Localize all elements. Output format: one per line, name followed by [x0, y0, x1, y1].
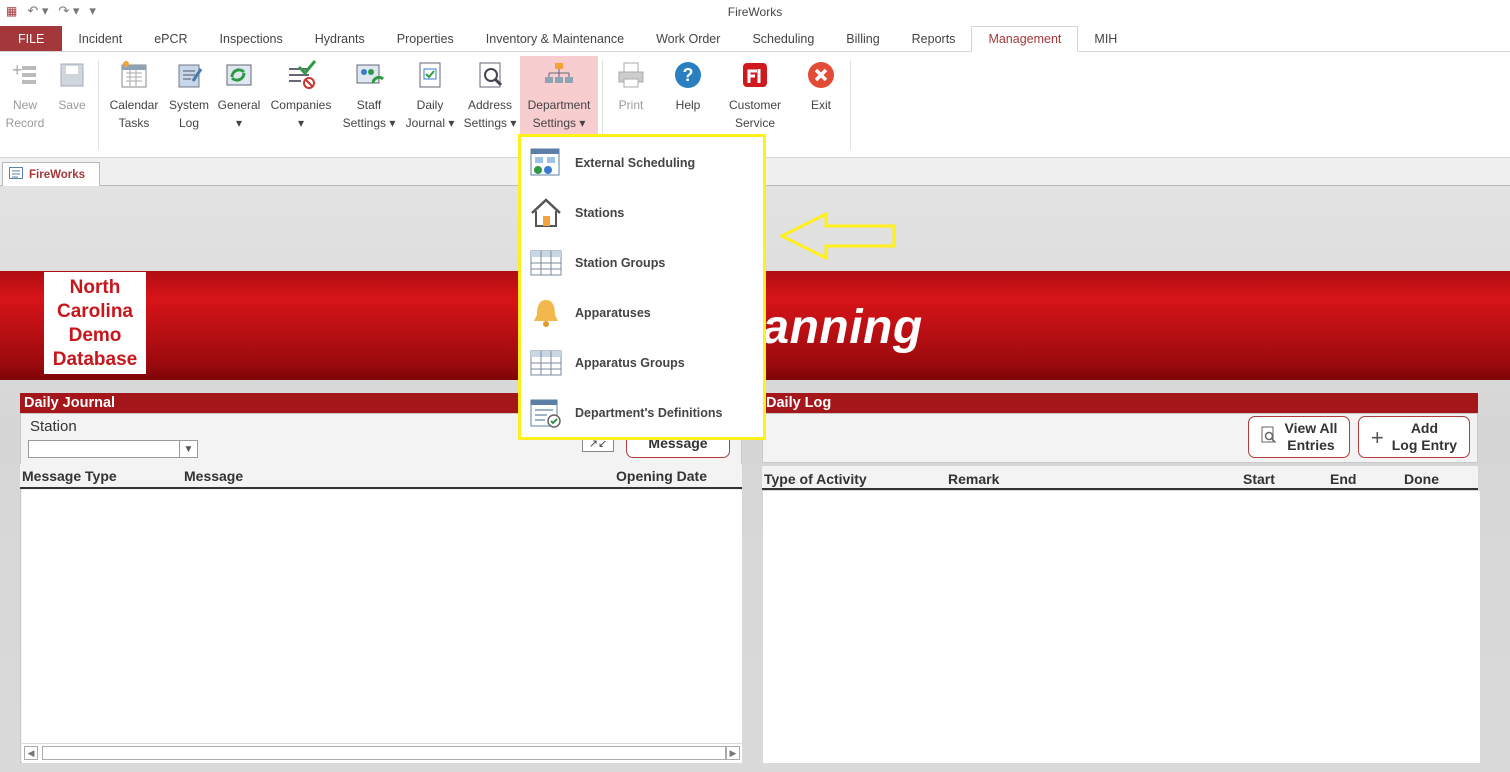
menu-item-departments-definitions[interactable]: Department's Definitions [529, 395, 722, 431]
house-icon [529, 196, 563, 230]
tab-incident[interactable]: Incident [62, 26, 138, 51]
menu-item-stations[interactable]: Stations [529, 195, 624, 231]
callout-arrow-icon [780, 211, 896, 261]
column-opening-date: Opening Date [616, 468, 708, 484]
column-start: Start [1243, 471, 1275, 487]
tab-hydrants[interactable]: Hydrants [299, 26, 381, 51]
save-button[interactable]: Save [52, 58, 92, 114]
form-icon [9, 167, 23, 182]
menu-item-station-groups[interactable]: Station Groups [529, 245, 665, 281]
svg-text:?: ? [683, 65, 694, 85]
help-button[interactable]: ? Help [666, 58, 710, 114]
ribbon-tabs: FILE Incident ePCR Inspections Hydrants … [0, 26, 1510, 52]
daily-journal-button[interactable]: Daily Journal ▾ [400, 58, 460, 132]
exit-button[interactable]: Exit [800, 58, 842, 114]
print-button[interactable]: Print [608, 58, 654, 114]
document-search-icon [1261, 426, 1277, 448]
plus-icon: + [1370, 424, 1384, 450]
column-done: Done [1404, 471, 1439, 487]
calendar-icon [117, 58, 151, 92]
address-settings-button[interactable]: Address Settings ▾ [460, 58, 520, 132]
tab-billing[interactable]: Billing [830, 26, 895, 51]
journal-list[interactable] [22, 490, 742, 743]
customer-service-icon [738, 58, 772, 92]
general-button[interactable]: General ▾ [214, 58, 264, 132]
calendar-tasks-button[interactable]: Calendar Tasks [106, 58, 162, 132]
column-type-of-activity: Type of Activity [764, 471, 867, 487]
title-bar: ▦ ↶ ▾ ↷ ▾ ▾ FireWorks [0, 0, 1510, 26]
exit-icon [804, 58, 838, 92]
help-icon: ? [671, 58, 705, 92]
add-log-entry-button[interactable]: + Add Log Entry [1358, 416, 1470, 458]
tab-inspections[interactable]: Inspections [204, 26, 299, 51]
save-icon [55, 58, 89, 92]
system-log-icon [172, 58, 206, 92]
daily-log-header: Daily Log [762, 393, 1478, 413]
log-grid-header [762, 466, 1478, 490]
department-settings-icon [542, 58, 576, 92]
tab-epcr[interactable]: ePCR [138, 26, 203, 51]
daily-journal-icon [413, 58, 447, 92]
document-tab-fireworks[interactable]: FireWorks [2, 162, 101, 186]
window-title: FireWorks [727, 5, 783, 19]
bell-icon [529, 296, 563, 330]
menu-item-external-scheduling[interactable]: External Scheduling [529, 145, 695, 181]
station-select[interactable]: ▼ [28, 440, 198, 458]
external-scheduling-icon [529, 146, 563, 180]
new-record-icon: + [8, 58, 42, 92]
menu-item-apparatus-groups[interactable]: Apparatus Groups [529, 345, 685, 381]
station-label: Station [30, 418, 77, 435]
tab-file[interactable]: FILE [0, 26, 63, 51]
general-settings-icon [222, 58, 256, 92]
tab-scheduling[interactable]: Scheduling [736, 26, 830, 51]
column-message: Message [184, 468, 244, 484]
scroll-right-icon[interactable]: ▶ [726, 746, 740, 760]
view-all-entries-button[interactable]: View All Entries [1248, 416, 1350, 458]
chevron-down-icon[interactable]: ▼ [179, 441, 197, 457]
grid-icon [529, 346, 563, 380]
tab-inventory-maintenance[interactable]: Inventory & Maintenance [470, 26, 640, 51]
scroll-left-icon[interactable]: ◀ [24, 746, 38, 760]
grid-icon [529, 246, 563, 280]
tab-reports[interactable]: Reports [896, 26, 972, 51]
department-logo: North Carolina Demo Database [44, 272, 146, 374]
tab-properties[interactable]: Properties [381, 26, 470, 51]
column-remark: Remark [948, 471, 1000, 487]
staff-settings-button[interactable]: Staff Settings ▾ [338, 58, 400, 132]
print-icon [614, 58, 648, 92]
column-end: End [1330, 471, 1357, 487]
column-message-type: Message Type [22, 468, 117, 484]
companies-icon [284, 58, 318, 92]
department-settings-menu: External Scheduling Stations Station Gro… [518, 134, 766, 440]
tab-work-order[interactable]: Work Order [640, 26, 736, 51]
svg-text:+: + [12, 60, 23, 80]
address-settings-icon [473, 58, 507, 92]
tab-mih[interactable]: MIH [1078, 26, 1133, 51]
system-log-button[interactable]: System Log [164, 58, 214, 132]
ribbon-separator [850, 60, 851, 150]
horizontal-scrollbar[interactable]: ◀ ▶ [22, 743, 742, 763]
log-list[interactable] [763, 491, 1480, 763]
department-settings-button[interactable]: Department Settings ▾ [520, 56, 598, 136]
ribbon-separator [98, 60, 99, 150]
companies-button[interactable]: Companies ▾ [266, 58, 336, 132]
scroll-track[interactable] [42, 746, 726, 760]
tab-management[interactable]: Management [971, 26, 1079, 52]
staff-settings-icon [352, 58, 386, 92]
customer-service-button[interactable]: Customer Service [720, 58, 790, 132]
new-record-button[interactable]: + New Record [4, 58, 46, 132]
menu-item-apparatuses[interactable]: Apparatuses [529, 295, 651, 331]
definitions-icon [529, 396, 563, 430]
